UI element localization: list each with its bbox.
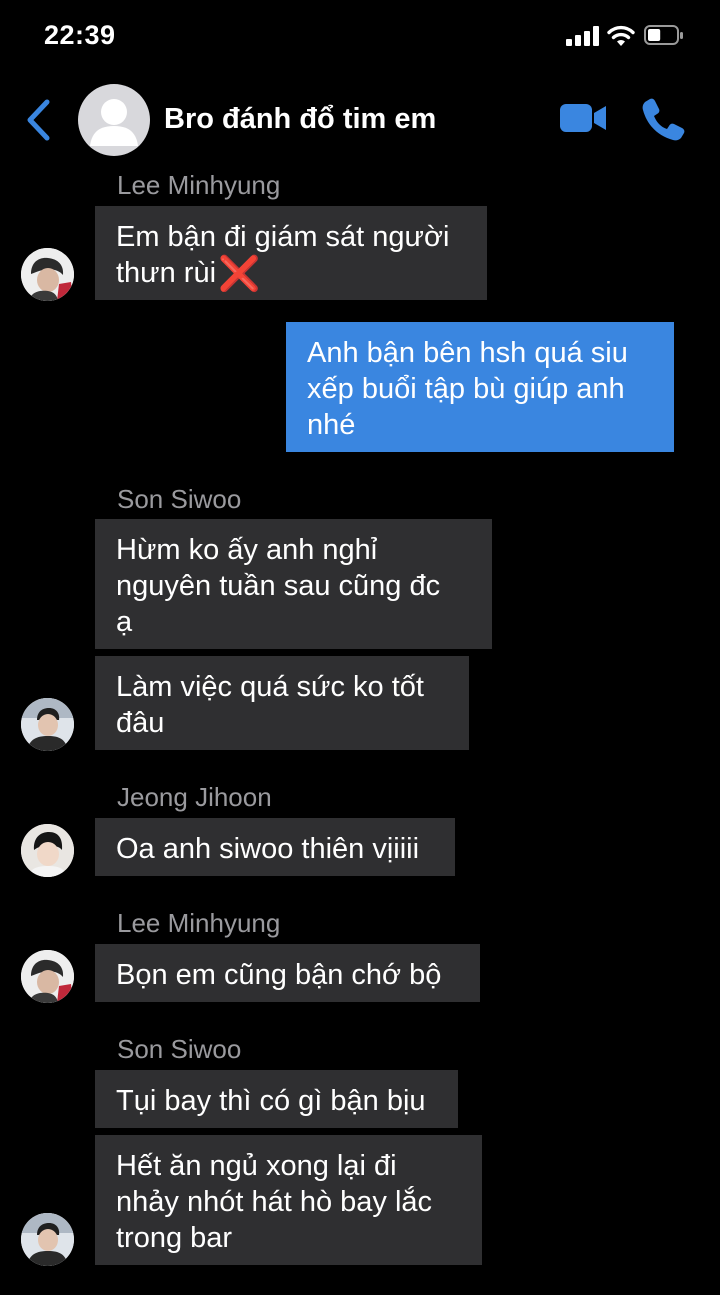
video-camera-icon[interactable] — [558, 100, 608, 136]
message-line: Bọn em cũng bận chớ bộ — [116, 959, 442, 991]
message-line: thưn rùi — [116, 257, 217, 289]
avatar[interactable] — [21, 824, 74, 877]
avatar[interactable] — [21, 1213, 74, 1266]
avatar-photo — [21, 698, 74, 751]
status-time: 22:39 — [44, 20, 116, 50]
message-line: Anh bận bên hsh quá siu — [307, 337, 628, 369]
message-bubble[interactable]: Hết ăn ngủ xong lại đi nhảy nhót hát hò … — [95, 1135, 482, 1265]
avatar[interactable] — [21, 698, 74, 751]
status-bar: 22:39 — [0, 0, 720, 70]
cross-mark-emoji: ❌ — [218, 255, 261, 293]
sender-name: Jeong Jihoon — [117, 782, 272, 812]
message-line: Oa anh siwoo thiên vịiiii — [116, 833, 420, 865]
message-bubble[interactable]: Em bận đi giám sát người thưn rùi❌ — [95, 206, 487, 300]
wifi-icon — [607, 25, 635, 46]
message-bubble[interactable]: Tụi bay thì có gì bận bịu — [95, 1070, 458, 1128]
sender-name: Son Siwoo — [117, 1034, 242, 1064]
battery-icon — [644, 25, 683, 45]
message-bubble[interactable]: Oa anh siwoo thiên vịiiii — [95, 818, 455, 876]
message-line: Tụi bay thì có gì bận bịu — [116, 1085, 426, 1117]
message-line: Hết ăn ngủ xong lại đi — [116, 1150, 397, 1182]
avatar[interactable] — [21, 248, 74, 301]
sender-name: Lee Minhyung — [117, 170, 281, 200]
message-line: đâu — [116, 707, 165, 739]
message-bubble[interactable]: Làm việc quá sức ko tốt đâu — [95, 656, 469, 750]
message-line: Làm việc quá sức ko tốt — [116, 671, 424, 703]
avatar-photo — [21, 1213, 74, 1266]
message-line: nguyên tuần sau cũng đc — [116, 570, 441, 602]
message-line: nhảy nhót hát hò bay lắc — [116, 1186, 433, 1218]
group-avatar[interactable] — [78, 84, 150, 156]
chevron-left-icon[interactable] — [22, 98, 56, 142]
message-line: ạ — [116, 606, 133, 638]
message-bubble-outgoing[interactable]: Anh bận bên hsh quá siu xếp buổi tập bù … — [286, 322, 674, 452]
avatar-placeholder-icon — [90, 99, 138, 146]
message-line: nhé — [307, 409, 356, 441]
message-line: xếp buổi tập bù giúp anh — [307, 373, 625, 405]
message-bubble[interactable]: Bọn em cũng bận chớ bộ — [95, 944, 480, 1002]
chat-title[interactable]: Bro đánh đổ tim em — [164, 103, 436, 136]
avatar-photo — [21, 824, 74, 877]
avatar-photo — [21, 950, 74, 1003]
message-line: Em bận đi giám sát người — [116, 221, 450, 253]
sender-name: Son Siwoo — [117, 484, 242, 514]
signal-icon — [566, 26, 600, 46]
message-line: Hừm ko ấy anh nghỉ — [116, 534, 378, 566]
chat-header: Bro đánh đổ tim em — [0, 70, 720, 170]
phone-icon[interactable] — [640, 96, 686, 142]
message-bubble[interactable]: Hừm ko ấy anh nghỉ nguyên tuần sau cũng … — [95, 519, 492, 649]
avatar[interactable] — [21, 950, 74, 1003]
sender-name: Lee Minhyung — [117, 908, 281, 938]
message-line: trong bar — [116, 1222, 233, 1254]
avatar-photo — [21, 248, 74, 301]
